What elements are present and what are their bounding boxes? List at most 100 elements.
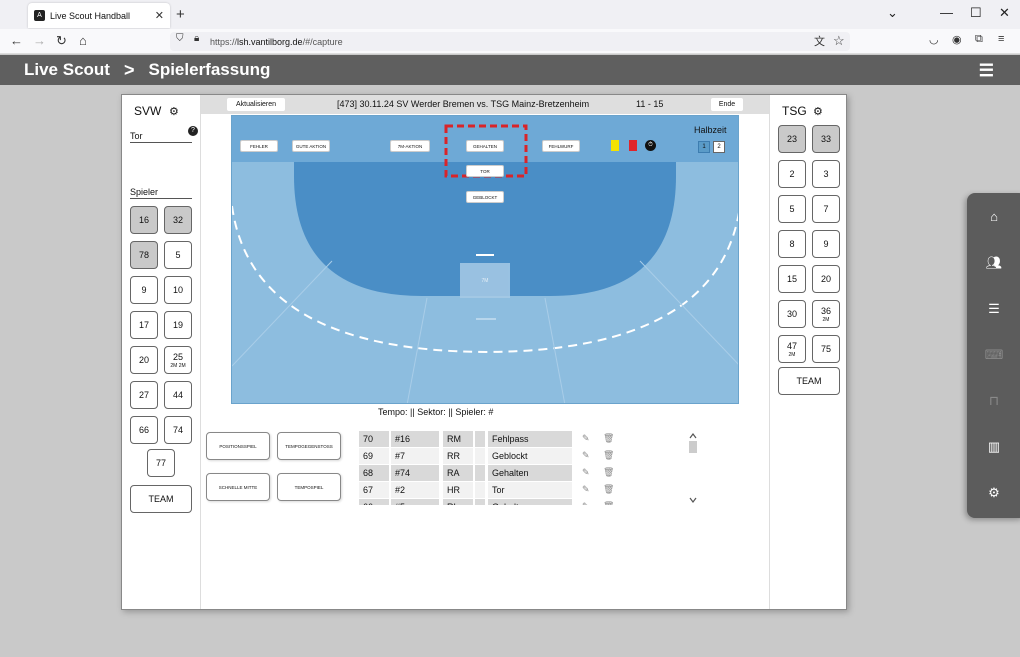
event-row[interactable]: 70 #16 RM Fehlpass ✎ 🗑︎: [359, 431, 659, 447]
minimize-icon[interactable]: —: [940, 5, 953, 20]
home-player-button[interactable]: 77: [147, 449, 175, 477]
away-player-button[interactable]: 15: [778, 265, 806, 293]
app-title[interactable]: Live Scout: [24, 60, 110, 80]
home-player-button[interactable]: 25 2M 2M: [164, 346, 192, 374]
delete-icon[interactable]: 🗑︎: [603, 484, 614, 495]
edit-icon[interactable]: ✎: [582, 433, 590, 444]
away-player-button[interactable]: 3: [812, 160, 840, 188]
window-close-icon[interactable]: ✕: [999, 5, 1010, 21]
away-player-button[interactable]: 23: [778, 125, 806, 153]
schnelle-mitte-button[interactable]: SCHNELLE MITTE: [206, 473, 270, 501]
tempospiel-button[interactable]: TEMPOSPIEL: [277, 473, 341, 501]
back-icon[interactable]: ←: [10, 33, 23, 48]
shield-icon[interactable]: ⛉: [176, 33, 184, 44]
away-team-button[interactable]: TEAM: [778, 367, 840, 395]
edit-icon[interactable]: ✎: [582, 467, 590, 478]
account-icon[interactable]: ◉: [952, 33, 962, 46]
home-player-button[interactable]: 9: [130, 276, 158, 304]
home-player-button[interactable]: 27: [130, 381, 158, 409]
pocket-icon[interactable]: ◡: [929, 33, 939, 46]
home-player-button[interactable]: 10: [164, 276, 192, 304]
action-gute-aktion-button[interactable]: GUTE AKTION: [292, 140, 330, 152]
list-icon[interactable]: ☰: [984, 301, 1004, 317]
action-fehlwurf-button[interactable]: FEHLWURF: [542, 140, 580, 152]
team-icon[interactable]: 👥︎: [984, 255, 1004, 271]
help-icon[interactable]: ?: [188, 126, 198, 136]
goal-icon[interactable]: ⊓: [984, 393, 1004, 409]
away-player-button[interactable]: 20: [812, 265, 840, 293]
settings-icon[interactable]: ⚙: [984, 485, 1004, 501]
action-gehalten-button[interactable]: GEHALTEN: [466, 140, 504, 152]
new-tab-button[interactable]: +: [176, 6, 185, 23]
event-row[interactable]: 66#5 RL Gehalten ✎ 🗑︎: [359, 499, 659, 505]
edit-icon[interactable]: ✎: [582, 450, 590, 461]
away-player-button[interactable]: 47 2M: [778, 335, 806, 363]
away-player-button[interactable]: 9: [812, 230, 840, 258]
extensions-icon[interactable]: ⧉: [975, 33, 983, 46]
browser-menu-icon[interactable]: ≡: [998, 33, 1004, 45]
lock-icon[interactable]: 🔒︎: [194, 33, 199, 44]
away-player-button[interactable]: 7: [812, 195, 840, 223]
yellow-card-icon[interactable]: [611, 140, 619, 151]
seven-m-zone[interactable]: 7M: [460, 263, 510, 298]
tab-close-icon[interactable]: ✕: [155, 9, 164, 22]
edit-icon[interactable]: ✎: [582, 501, 590, 505]
event-row[interactable]: 69 #7 RR Geblockt ✎ 🗑︎: [359, 448, 659, 464]
reload-icon[interactable]: ↻: [56, 33, 67, 49]
home-player-button[interactable]: 44: [164, 381, 192, 409]
home-player-button[interactable]: 20: [130, 346, 158, 374]
delete-icon[interactable]: 🗑︎: [603, 433, 614, 444]
away-player-button[interactable]: 30: [778, 300, 806, 328]
home-player-button[interactable]: 17: [130, 311, 158, 339]
action-fehler-button[interactable]: FEHLER: [240, 140, 278, 152]
away-player-button[interactable]: 5: [778, 195, 806, 223]
action-7m-aktion-button[interactable]: 7M-AKTION: [390, 140, 430, 152]
action-tor-button[interactable]: TOR: [466, 165, 504, 177]
translate-icon[interactable]: 文: [814, 33, 825, 49]
delete-icon[interactable]: 🗑︎: [603, 450, 614, 461]
address-bar[interactable]: https://lsh.vantilborg.de/#/capture: [170, 32, 850, 51]
halftime-1-button[interactable]: 1: [698, 141, 710, 153]
event-row[interactable]: 67 #2 HR Tor ✎ 🗑︎: [359, 482, 659, 498]
red-card-icon[interactable]: [629, 140, 637, 151]
home-icon[interactable]: ⌂: [984, 209, 1004, 224]
browser-tab[interactable]: A Live Scout Handball ✕: [28, 3, 170, 28]
halftime-2-button[interactable]: 2: [713, 141, 725, 153]
away-player-button[interactable]: 2: [778, 160, 806, 188]
away-player-button[interactable]: 75: [812, 335, 840, 363]
tab-list-icon[interactable]: ⌄: [887, 5, 898, 21]
home-player-button[interactable]: 32: [164, 206, 192, 234]
tempogegenstoss-button[interactable]: TEMPOGEGENSTOSS: [277, 432, 341, 460]
delete-icon[interactable]: 🗑︎: [603, 501, 614, 505]
home-settings-gear-icon[interactable]: ⚙: [169, 105, 179, 118]
end-button[interactable]: Ende: [711, 98, 743, 111]
stats-icon[interactable]: ▥: [984, 439, 1004, 455]
timeout-timer-icon[interactable]: ⏱: [645, 140, 656, 151]
event-row[interactable]: 68 #74 RA Gehalten ✎ 🗑︎: [359, 465, 659, 481]
home-player-button[interactable]: 74: [164, 416, 192, 444]
away-player-button[interactable]: 8: [778, 230, 806, 258]
home-player-button[interactable]: 66: [130, 416, 158, 444]
event-list[interactable]: 70 #16 RM Fehlpass ✎ 🗑︎ 69 #7 RR Geblockt ✎ 🗑︎ 68 #74…: [359, 431, 659, 505]
handball-court[interactable]: FEHLER GUTE AKTION 7M-AKTION GEHALTEN TO…: [231, 115, 739, 404]
event-list-scrollbar[interactable]: [688, 432, 698, 504]
hamburger-menu-icon[interactable]: ☰: [979, 61, 994, 81]
away-settings-gear-icon[interactable]: ⚙: [813, 105, 823, 118]
home-player-button[interactable]: 5: [164, 241, 192, 269]
home-player-button[interactable]: 19: [164, 311, 192, 339]
edit-icon[interactable]: ✎: [582, 484, 590, 495]
bookmark-star-icon[interactable]: ☆: [833, 33, 845, 49]
home-browser-icon[interactable]: ⌂: [79, 33, 87, 48]
home-player-button[interactable]: 16: [130, 206, 158, 234]
home-player-button[interactable]: 78: [130, 241, 158, 269]
positionsspiel-button[interactable]: POSITIONSSPIEL: [206, 432, 270, 460]
home-team-button[interactable]: TEAM: [130, 485, 192, 513]
maximize-icon[interactable]: ☐: [970, 5, 982, 21]
delete-icon[interactable]: 🗑︎: [603, 467, 614, 478]
away-player-button[interactable]: 33: [812, 125, 840, 153]
action-geblockt-button[interactable]: GEBLOCKT: [466, 191, 504, 203]
refresh-button[interactable]: Aktualisieren: [227, 98, 285, 111]
forward-icon[interactable]: →: [33, 33, 46, 48]
away-player-button[interactable]: 36 2M: [812, 300, 840, 328]
keyboard-icon[interactable]: ⌨: [984, 347, 1004, 363]
